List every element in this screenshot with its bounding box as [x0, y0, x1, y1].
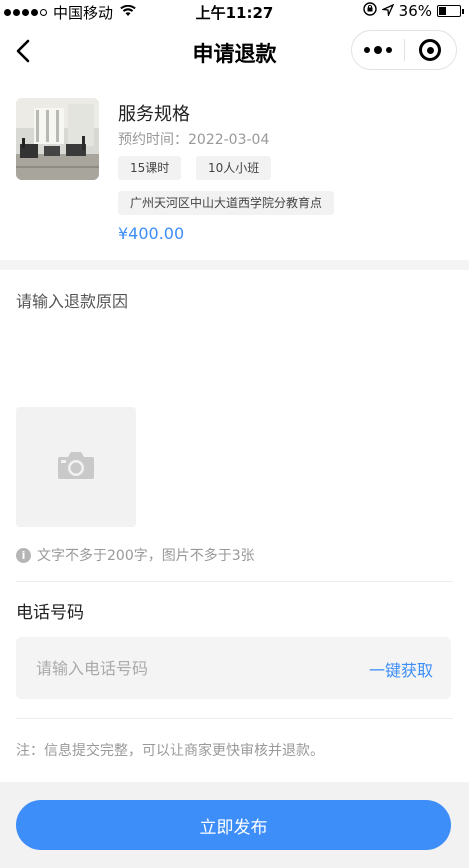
- phone-input[interactable]: [36, 637, 336, 699]
- get-phone-button[interactable]: 一键获取: [369, 657, 433, 681]
- footer-bar: 立即发布: [0, 782, 469, 868]
- nav-bar: 申请退款: [0, 22, 469, 80]
- submit-button[interactable]: 立即发布: [16, 800, 451, 850]
- reason-textarea[interactable]: 请输入退款原因: [16, 288, 128, 312]
- note-text: 注：信息提交完整，可以让商家更快审核并退款。: [16, 743, 324, 759]
- location-arrow-icon: [380, 2, 394, 20]
- product-card: 服务规格 预约时间：2022-03-04 15课时 10人小班 广州天河区中山大…: [0, 96, 469, 260]
- product-name: 服务规格: [118, 104, 190, 125]
- status-bar: 中国移动 上午11:27 36%: [0, 0, 469, 22]
- hint-text: 文字不多于200字，图片不多于3张: [37, 548, 255, 564]
- section-separator: [0, 260, 469, 270]
- tag-address: 广州天河区中山大道西学院分教育点: [118, 191, 335, 215]
- battery-icon: [437, 5, 464, 17]
- upload-hint: i 文字不多于200字，图片不多于3张: [16, 545, 255, 565]
- mini-program-capsule: [351, 30, 457, 70]
- product-thumbnail: [16, 98, 99, 180]
- info-icon: i: [16, 547, 31, 563]
- more-icon[interactable]: [352, 31, 404, 69]
- phone-field: 一键获取: [16, 637, 451, 699]
- product-price: ¥400.00: [118, 224, 185, 243]
- divider: [16, 718, 453, 719]
- divider: [16, 581, 453, 582]
- photo-upload-button[interactable]: [16, 407, 136, 527]
- status-right: 36%: [362, 2, 464, 20]
- appointment-date: 预约时间：2022-03-04: [118, 132, 270, 148]
- phone-label: 电话号码: [16, 603, 84, 623]
- tag-lessons: 15课时: [118, 156, 182, 180]
- tag-class-size: 10人小班: [196, 156, 272, 180]
- battery-percent: 36%: [398, 2, 432, 20]
- orientation-lock-icon: [362, 2, 377, 20]
- close-target-icon[interactable]: [404, 31, 456, 69]
- camera-icon: [56, 449, 96, 485]
